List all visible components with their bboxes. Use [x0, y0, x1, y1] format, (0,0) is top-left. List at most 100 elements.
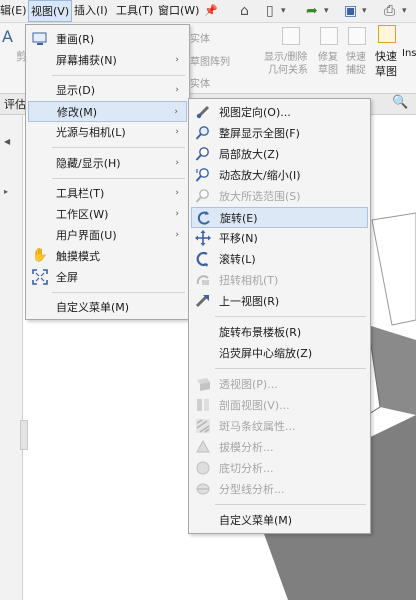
zebra-stripes-icon [195, 418, 211, 434]
menu-item-screen-capture[interactable]: 屏幕捕获(N) › [28, 50, 187, 71]
chevron-down-icon[interactable]: ▾ [281, 1, 286, 21]
menu-item-perspective[interactable]: 透视图(P)... [191, 374, 368, 395]
quick-snap-icon[interactable] [348, 27, 366, 45]
menu-window[interactable]: 窗口(W) [158, 0, 202, 22]
submenu-arrow-icon: › [175, 55, 179, 65]
rapid-sketch-icon[interactable] [378, 25, 396, 43]
menu-item-zebra-stripes[interactable]: 斑马条纹属性... [191, 416, 368, 437]
ribbon-label: 快速 [375, 50, 397, 63]
menu-item-previous-view[interactable]: 上一视图(R) [191, 291, 368, 312]
ribbon-label: 草图 [375, 65, 397, 78]
menu-item-zoom-to-selection[interactable]: 放大所选范围(S) [191, 186, 368, 207]
submenu-arrow-icon: › [175, 127, 179, 137]
menu-item-toolbars[interactable]: 工具栏(T) › [28, 183, 187, 204]
zoom-selection-icon [195, 188, 211, 204]
menu-item-modify[interactable]: 修改(M) › [28, 101, 187, 122]
view-menu: 重画(R) 屏幕捕获(N) › 显示(D) › 修改(M) › 光源与相机(L)… [25, 24, 190, 320]
menu-separator [52, 75, 185, 76]
pan-icon [195, 230, 211, 246]
zoom-to-fit-icon [195, 125, 211, 141]
menu-item-rotate-scene-floor[interactable]: 旋转布景楼板(R) [191, 322, 368, 343]
menu-item-turn-camera[interactable]: 扭转相机(T) [191, 270, 368, 291]
menu-separator [215, 368, 366, 369]
redraw-icon [32, 31, 48, 47]
search-icon[interactable]: 🔍 [392, 95, 408, 110]
open-folder-icon[interactable]: ➦ [306, 1, 318, 21]
menu-item-rotate[interactable]: 旋转(E) [191, 207, 368, 228]
menu-item-full-screen[interactable]: 全屏 [28, 267, 187, 288]
draft-analysis-icon [195, 439, 211, 455]
menu-item-view-orientation[interactable]: 视图定向(O)... [191, 102, 368, 123]
chevron-down-icon[interactable]: ▾ [402, 1, 407, 21]
menu-item-lights-cameras[interactable]: 光源与相机(L) › [28, 122, 187, 143]
ribbon-label: Ins [402, 48, 416, 59]
left-panel: ◀ ▸ [0, 115, 23, 600]
modify-submenu: 视图定向(O)... 整屏显示全图(F) 局部放大(Z) 动态放大/缩小(I) … [188, 98, 371, 534]
ribbon-label: 捕捉 [346, 65, 366, 76]
chevron-down-icon[interactable]: ▾ [324, 1, 329, 21]
menu-item-zoom-about-screen-center[interactable]: 沿荧屏中心缩放(Z) [191, 343, 368, 364]
tab-evaluate[interactable]: 评估 [4, 96, 26, 112]
menu-item-redraw[interactable]: 重画(R) [28, 29, 187, 50]
submenu-arrow-icon: › [175, 209, 179, 219]
hand-icon: ✋ [31, 248, 49, 263]
new-document-icon[interactable]: ▯ [266, 1, 274, 21]
zoom-area-icon [195, 146, 211, 162]
caret-right-icon[interactable]: ▸ [4, 187, 8, 196]
menu-item-parting-line-analysis[interactable]: 分型线分析... [191, 479, 368, 500]
menu-item-touch-mode[interactable]: ✋ 触摸模式 [28, 246, 187, 267]
menu-item-zoom-to-fit[interactable]: 整屏显示全图(F) [191, 123, 368, 144]
fullscreen-icon [32, 269, 48, 285]
roll-icon [195, 251, 211, 267]
menu-item-display[interactable]: 显示(D) › [28, 80, 187, 101]
menu-separator [52, 292, 185, 293]
rotate-icon [196, 210, 212, 226]
perspective-icon [195, 376, 211, 392]
menu-item-hide-show[interactable]: 隐藏/显示(H) › [28, 153, 187, 174]
chevron-down-icon[interactable]: ▾ [362, 1, 367, 21]
submenu-arrow-icon: › [174, 107, 178, 117]
parting-line-icon [195, 481, 211, 497]
ribbon-label: 实体 [190, 34, 210, 45]
ribbon-label: 草图 [318, 65, 338, 76]
display-relations-icon[interactable] [282, 27, 300, 45]
view-orientation-icon [195, 104, 211, 120]
repair-sketch-icon[interactable] [320, 27, 338, 45]
menu-edit[interactable]: 辑(E) [0, 0, 28, 22]
menu-tools[interactable]: 工具(T) [116, 0, 156, 22]
submenu-arrow-icon: › [175, 188, 179, 198]
menu-item-pan[interactable]: 平移(N) [191, 228, 368, 249]
ribbon-label: 几何关系 [268, 65, 308, 76]
menu-item-workspace[interactable]: 工作区(W) › [28, 204, 187, 225]
menu-separator [215, 504, 366, 505]
menu-item-draft-analysis[interactable]: 拔模分析... [191, 437, 368, 458]
print-icon[interactable]: ⎙ [384, 1, 395, 21]
menu-item-roll[interactable]: 滚转(L) [191, 249, 368, 270]
submenu-arrow-icon: › [175, 230, 179, 240]
undercut-analysis-icon [195, 460, 211, 476]
save-icon[interactable]: ▣ [344, 1, 357, 21]
zoom-in-out-icon [195, 167, 211, 183]
menu-item-customize-menu[interactable]: 自定义菜单(M) [28, 297, 187, 318]
home-icon[interactable]: ⌂ [240, 1, 249, 21]
menu-item-section-view[interactable]: 剖面视图(V)... [191, 395, 368, 416]
menu-insert[interactable]: 插入(I) [74, 0, 114, 22]
menu-separator [52, 147, 185, 148]
menu-item-user-interface[interactable]: 用户界面(U) › [28, 225, 187, 246]
menu-separator [52, 178, 185, 179]
ribbon-label: 实体 [190, 79, 210, 90]
menu-item-undercut-analysis[interactable]: 底切分析... [191, 458, 368, 479]
menu-item-zoom-in-out[interactable]: 动态放大/缩小(I) [191, 165, 368, 186]
submenu-arrow-icon: › [175, 85, 179, 95]
section-view-icon [195, 397, 211, 413]
menu-separator [215, 316, 366, 317]
menu-item-customize-menu[interactable]: 自定义菜单(M) [191, 510, 368, 531]
turn-camera-icon [195, 272, 211, 288]
ribbon-label: 草图阵列 [190, 57, 230, 68]
panel-resize-grip[interactable] [20, 420, 28, 450]
caret-left-icon[interactable]: ◀ [4, 137, 10, 146]
pin-icon[interactable]: 📌 [204, 1, 218, 21]
menu-view[interactable]: 视图(V) [28, 0, 72, 22]
previous-view-icon [195, 293, 211, 309]
menu-item-zoom-to-area[interactable]: 局部放大(Z) [191, 144, 368, 165]
